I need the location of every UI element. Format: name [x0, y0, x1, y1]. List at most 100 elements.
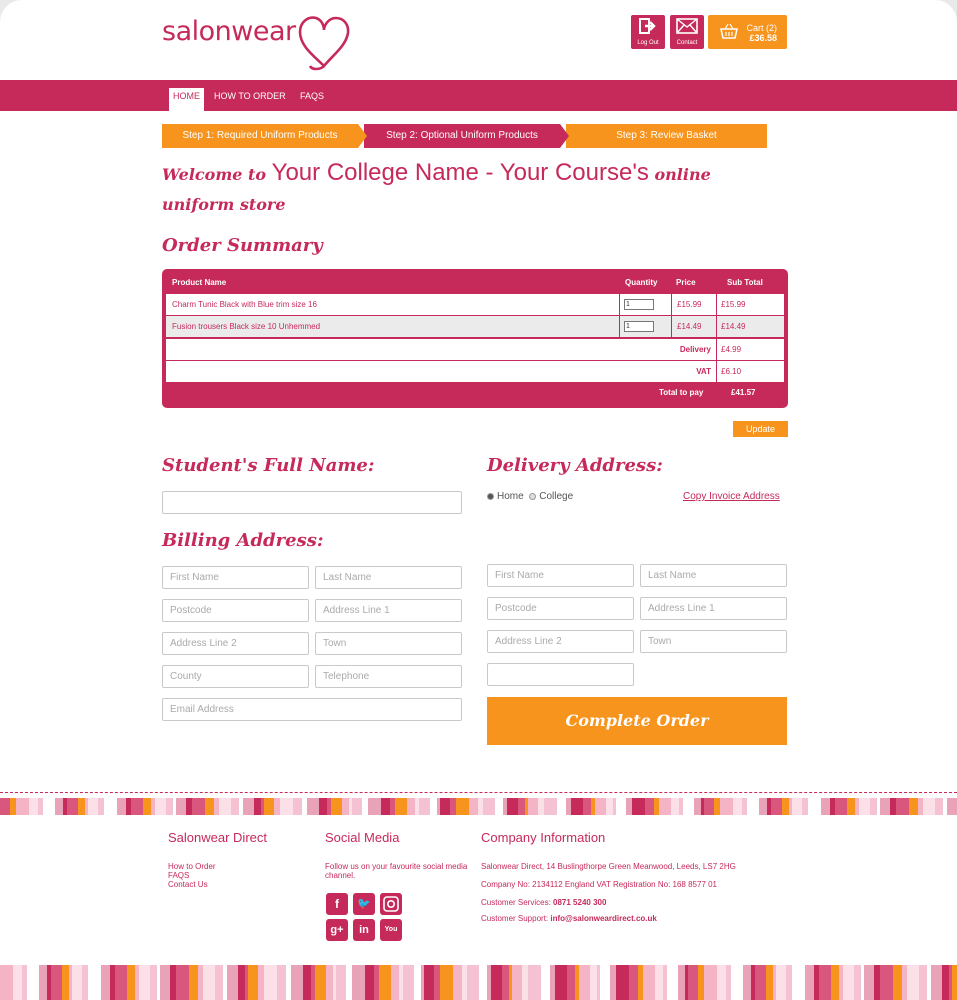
- step-2[interactable]: Step 2: Optional Uniform Products: [364, 124, 560, 148]
- footer-social-heading: Social Media: [325, 830, 400, 845]
- footer-company-no: Company No: 2134112 England VAT Registra…: [481, 880, 718, 889]
- delivery-postcode[interactable]: Postcode: [487, 597, 634, 620]
- google-plus-icon[interactable]: g+: [326, 919, 348, 941]
- footer-company-heading: Company Information: [481, 830, 606, 845]
- delivery-first-name[interactable]: First Name: [487, 564, 634, 587]
- radio-home-label[interactable]: Home: [497, 491, 524, 502]
- footer-link-faqs[interactable]: FAQS: [168, 871, 189, 880]
- total-value: £41.57: [731, 388, 756, 397]
- youtube-icon[interactable]: You: [380, 919, 402, 941]
- col-quantity: Quantity: [625, 278, 658, 287]
- linkedin-icon[interactable]: in: [353, 919, 375, 941]
- cart-count: Cart (2): [746, 23, 777, 33]
- dashed-divider: [0, 792, 957, 793]
- footer-social-text: Follow us on your favourite social media…: [325, 862, 468, 880]
- delivery-town[interactable]: Town: [640, 630, 787, 653]
- col-price: Price: [676, 278, 696, 287]
- heart-logo-icon: [298, 16, 350, 71]
- footer-link-how-to-order[interactable]: How to Order: [168, 862, 216, 871]
- qty-cell: 1: [620, 294, 672, 315]
- step-3[interactable]: Step 3: Review Basket: [566, 124, 767, 148]
- logout-label: Log Out: [637, 40, 659, 46]
- facebook-icon[interactable]: f: [326, 893, 348, 915]
- delivery-value: £4.99: [721, 345, 742, 354]
- welcome-prefix: Welcome to: [162, 165, 267, 184]
- student-name-input[interactable]: [162, 491, 462, 514]
- col-product: Product Name: [172, 278, 227, 287]
- stripe-border-top: [0, 798, 957, 815]
- update-button[interactable]: Update: [733, 421, 788, 437]
- complete-order-button[interactable]: Complete Order: [487, 697, 787, 745]
- billing-telephone[interactable]: Telephone: [315, 665, 462, 688]
- nav-faqs[interactable]: FAQS: [300, 88, 324, 111]
- col-subtotal: Sub Total: [727, 278, 763, 287]
- footer-customer-services: Customer Services: 0871 5240 300: [481, 898, 606, 907]
- radio-college[interactable]: [529, 492, 537, 500]
- delivery-address-line-2[interactable]: Address Line 2: [487, 630, 634, 653]
- total-label: Total to pay: [659, 388, 704, 397]
- order-summary-heading: Order Summary: [162, 235, 323, 256]
- price: £15.99: [672, 294, 717, 315]
- footer-link-contact[interactable]: Contact Us: [168, 880, 208, 889]
- order-summary-table: Product Name Quantity Price Sub Total Ch…: [162, 269, 788, 408]
- contact-label: Contact: [676, 40, 698, 46]
- billing-postcode[interactable]: Postcode: [162, 599, 309, 622]
- delivery-last-name[interactable]: Last Name: [640, 564, 787, 587]
- footer-salonwear-heading: Salonwear Direct: [168, 830, 267, 845]
- cart-total: £36.58: [749, 33, 777, 43]
- services-phone[interactable]: 0871 5240 300: [553, 898, 606, 907]
- billing-email[interactable]: Email Address: [162, 698, 462, 721]
- welcome-heading: Welcome to Your College Name - Your Cour…: [162, 158, 782, 220]
- logout-button[interactable]: Log Out: [631, 15, 665, 49]
- billing-address-line-2[interactable]: Address Line 2: [162, 632, 309, 655]
- services-label: Customer Services:: [481, 898, 551, 907]
- step-1[interactable]: Step 1: Required Uniform Products: [162, 124, 358, 148]
- radio-home[interactable]: [487, 492, 494, 500]
- vat-value: £6.10: [721, 367, 742, 376]
- delivery-row: Delivery £4.99: [166, 339, 784, 360]
- delivery-extra-field[interactable]: [487, 663, 634, 686]
- contact-button[interactable]: Contact: [670, 15, 704, 49]
- envelope-icon: [676, 18, 698, 34]
- footer-customer-support: Customer Support: info@salonweardirect.c…: [481, 914, 657, 923]
- stripe-border-bottom: [0, 965, 957, 1000]
- page: salonwear Log Out Contact Cart (2) £36.5…: [0, 0, 957, 1000]
- copy-invoice-address-link[interactable]: Copy Invoice Address: [683, 491, 780, 502]
- nav-home[interactable]: HOME: [169, 88, 204, 111]
- billing-heading: Billing Address:: [162, 530, 324, 551]
- step-arrow: [358, 124, 367, 148]
- qty-cell: 1: [620, 316, 672, 337]
- quantity-input[interactable]: 1: [624, 321, 654, 332]
- nav-bar: [0, 80, 957, 111]
- product-name: Fusion trousers Black size 10 Unhemmed: [166, 316, 620, 337]
- table-row: Charm Tunic Black with Blue trim size 16…: [166, 294, 784, 315]
- quantity-input[interactable]: 1: [624, 299, 654, 310]
- basket-icon: [720, 23, 738, 39]
- logout-icon: [639, 18, 656, 34]
- logo-text[interactable]: salonwear: [162, 16, 296, 47]
- support-email[interactable]: info@salonweardirect.co.uk: [550, 914, 657, 923]
- radio-college-label[interactable]: College: [539, 491, 573, 502]
- billing-first-name[interactable]: First Name: [162, 566, 309, 589]
- footer: [0, 815, 957, 965]
- delivery-type-radio-group: Home College: [487, 491, 573, 502]
- billing-address-line-1[interactable]: Address Line 1: [315, 599, 462, 622]
- footer-address: Salonwear Direct, 14 Buslingthorpe Green…: [481, 862, 736, 871]
- subtotal: £15.99: [721, 300, 746, 309]
- price: £14.49: [672, 316, 717, 337]
- delivery-address-line-1[interactable]: Address Line 1: [640, 597, 787, 620]
- delivery-label: Delivery: [166, 339, 717, 360]
- twitter-icon[interactable]: 🐦: [353, 893, 375, 915]
- vat-label: VAT: [166, 361, 717, 382]
- cart-button[interactable]: Cart (2) £36.58: [708, 15, 787, 49]
- instagram-icon[interactable]: [380, 893, 402, 915]
- checkout-steps: Step 1: Required Uniform Products Step 2…: [162, 124, 767, 148]
- billing-town[interactable]: Town: [315, 632, 462, 655]
- nav-how-to-order[interactable]: HOW TO ORDER: [214, 88, 286, 111]
- college-name: Your College Name - Your Course's: [271, 159, 649, 186]
- delivery-heading: Delivery Address:: [487, 455, 663, 476]
- student-name-heading: Student's Full Name:: [162, 455, 375, 476]
- subtotal: £14.49: [721, 322, 746, 331]
- billing-last-name[interactable]: Last Name: [315, 566, 462, 589]
- billing-county[interactable]: County: [162, 665, 309, 688]
